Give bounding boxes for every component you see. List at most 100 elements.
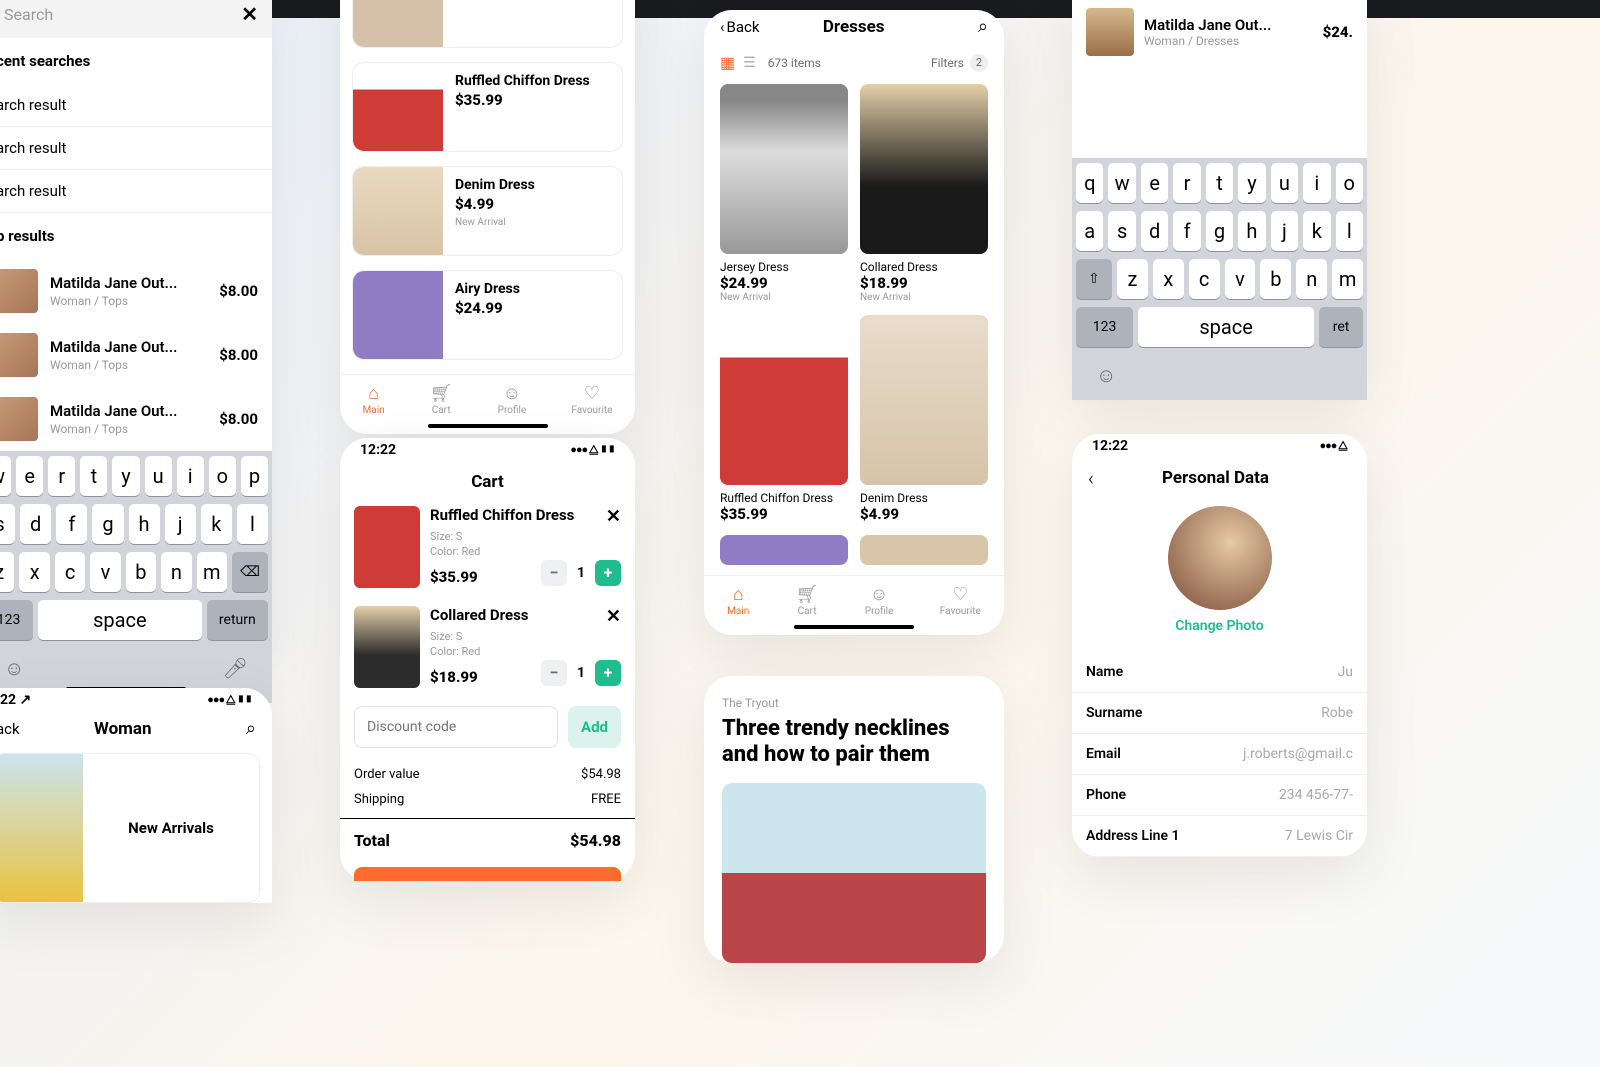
add-discount-button[interactable]: Add [568,706,621,748]
category-card[interactable]: New Arrivals [0,753,260,903]
change-photo-button[interactable]: Change Photo [1072,618,1367,634]
nav-favourite[interactable]: ♡Favourite [940,584,981,617]
key-space[interactable]: space [38,600,202,640]
recent-item[interactable]: arch result [0,127,272,170]
search-icon[interactable]: ⌕ [978,16,988,37]
product-card[interactable] [860,535,988,565]
product-card[interactable]: Denim Dress$4.99New Arrival [352,166,623,256]
search-icon[interactable]: ⌕ [246,718,256,739]
checkout-button[interactable] [354,867,621,881]
key[interactable]: h [129,504,160,544]
field-phone[interactable]: Phone234 456-77- [1072,775,1367,816]
remove-icon[interactable]: ✕ [606,506,621,527]
shift-icon[interactable]: ⇧ [1076,259,1112,299]
key-space[interactable]: space [1138,307,1314,347]
mic-icon[interactable]: 🎤︎ [223,656,248,681]
result-row[interactable]: Matilda Jane Out... Woman / Tops $8.00 [0,323,272,387]
close-icon[interactable]: ✕ [241,2,258,26]
key[interactable]: u [145,456,172,496]
key-123[interactable]: 123 [1076,307,1133,347]
emoji-icon[interactable]: ☺ [1096,363,1116,388]
key[interactable]: c [55,552,85,592]
product-card[interactable]: Airy Dress$24.99 [352,270,623,360]
key[interactable]: f [56,504,87,544]
product-card[interactable]: Ruffled Chiffon Dress$35.99 [720,315,848,523]
qty-minus[interactable]: − [541,660,567,686]
key[interactable]: r [48,456,75,496]
product-card[interactable] [720,535,848,565]
product-card[interactable]: New Arrival [352,0,623,48]
nav-main[interactable]: ⌂Main [727,584,749,617]
recent-item[interactable]: arch result [0,170,272,213]
qty-minus[interactable]: − [541,560,567,586]
key[interactable]: u [1271,163,1298,203]
key[interactable]: w [1108,163,1135,203]
key-123[interactable]: 123 [0,600,33,640]
key[interactable]: n [1296,259,1327,299]
key[interactable]: j [165,504,196,544]
result-row[interactable]: Matilda Jane Out... Woman / Tops $8.00 [0,259,272,323]
product-card[interactable]: Collared Dress$18.99New Arrival [860,84,988,303]
key[interactable]: i [177,456,204,496]
key[interactable]: l [1336,211,1363,251]
key[interactable]: g [92,504,123,544]
remove-icon[interactable]: ✕ [606,606,621,627]
key[interactable]: p [241,456,268,496]
key[interactable]: l [237,504,268,544]
field-surname[interactable]: SurnameRobe [1072,693,1367,734]
key[interactable]: b [1260,259,1291,299]
product-card[interactable]: Ruffled Chiffon Dress$35.99 [352,62,623,152]
key[interactable]: o [1336,163,1363,203]
key[interactable]: g [1206,211,1233,251]
nav-main[interactable]: ⌂Main [363,383,385,416]
recent-item[interactable]: arch result [0,84,272,127]
product-card[interactable]: Jersey Dress$24.99New Arrival [720,84,848,303]
nav-profile[interactable]: ☺Profile [865,584,894,617]
key[interactable]: t [80,456,107,496]
key[interactable]: v [1225,259,1256,299]
nav-favourite[interactable]: ♡Favourite [571,383,612,416]
key[interactable]: q [1076,163,1103,203]
nav-cart[interactable]: 🛒︎Cart [796,584,819,617]
key[interactable]: s [1108,211,1135,251]
key[interactable]: n [161,552,191,592]
result-row[interactable]: Matilda Jane Out... Woman / Tops $8.00 [0,387,272,451]
field-address[interactable]: Address Line 17 Lewis Cir [1072,816,1367,857]
emoji-icon[interactable]: ☺ [4,656,24,681]
key[interactable]: r [1173,163,1200,203]
qty-plus[interactable]: + [595,660,621,686]
key[interactable]: c [1189,259,1220,299]
key[interactable]: i [1303,163,1330,203]
filters-button[interactable]: Filters2 [931,54,988,72]
key-return[interactable]: ret [1319,307,1363,347]
key[interactable]: h [1238,211,1265,251]
key[interactable]: k [1303,211,1330,251]
search-bar[interactable]: Search ✕ [0,0,272,38]
key[interactable]: f [1173,211,1200,251]
key[interactable]: m [197,552,227,592]
key[interactable]: v [90,552,120,592]
key[interactable]: z [0,552,14,592]
key[interactable]: e [1141,163,1168,203]
key[interactable]: w [0,456,11,496]
result-row[interactable]: Matilda Jane Out... Woman / Dresses $24. [1072,0,1367,68]
key[interactable]: s [0,504,15,544]
key-return[interactable]: return [207,600,268,640]
key[interactable]: y [112,456,139,496]
article-card[interactable]: The Tryout Three trendy necklines and ho… [704,676,1004,963]
key[interactable]: t [1206,163,1233,203]
key[interactable]: z [1117,259,1148,299]
product-card[interactable]: Denim Dress$4.99 [860,315,988,523]
key[interactable]: x [1153,259,1184,299]
nav-cart[interactable]: 🛒︎Cart [430,383,453,416]
field-email[interactable]: Emailj.roberts@gmail.c [1072,734,1367,775]
key[interactable]: d [20,504,51,544]
key[interactable]: m [1332,259,1363,299]
key[interactable]: a [1076,211,1103,251]
list-view-icon[interactable]: ☰ [743,55,756,71]
grid-view-icon[interactable]: ▦ [720,53,735,72]
key[interactable]: d [1141,211,1168,251]
backspace-icon[interactable]: ⌫ [232,552,268,592]
field-name[interactable]: NameJu [1072,652,1367,693]
key[interactable]: o [209,456,236,496]
